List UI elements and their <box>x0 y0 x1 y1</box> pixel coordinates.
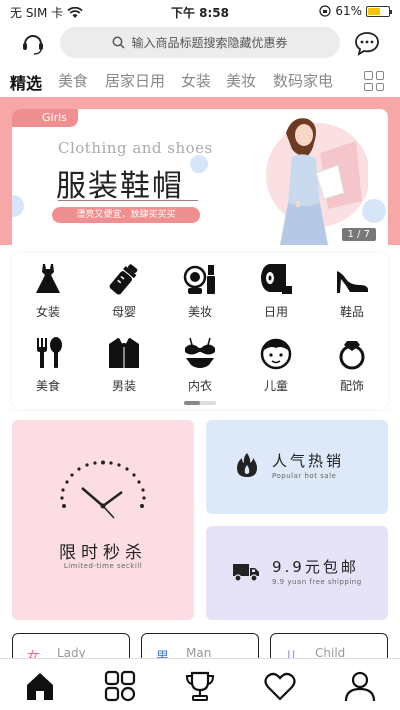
category-tabs: 精选 美食 居家日用 女装 美妆 数码家电 <box>0 66 400 96</box>
tab-home-daily[interactable]: 居家日用 <box>105 70 165 91</box>
decor-dot <box>190 155 208 173</box>
category-item-shoes[interactable]: 鞋品 <box>322 261 382 320</box>
category-item-food[interactable]: 美食 <box>18 335 78 394</box>
tab-electronics[interactable]: 数码家电 <box>273 70 333 91</box>
category-label: 鞋品 <box>339 305 364 319</box>
flash-sale-subtitle: Limited-time seckill <box>63 562 143 570</box>
fork-spoon-icon <box>37 337 62 368</box>
category-label: 日用 <box>263 305 288 319</box>
banner-slide[interactable]: Girls Clothing and shoes 服装鞋帽 漂亮又便宜，放肆买买… <box>12 109 388 245</box>
category-item-women[interactable]: 女装 <box>18 261 78 320</box>
flash-sale-title: 限时秒杀 <box>59 543 147 563</box>
home-icon[interactable] <box>23 669 57 703</box>
banner-carousel[interactable]: Girls Clothing and shoes 服装鞋帽 漂亮又便宜，放肆买买… <box>0 97 400 245</box>
suit-icon <box>109 338 139 368</box>
profile-icon[interactable] <box>343 669 377 703</box>
category-item-accessories[interactable]: 配饰 <box>322 335 382 394</box>
banner-page-indicator: 1 / 7 <box>341 228 376 241</box>
message-icon[interactable] <box>354 30 380 56</box>
banner-slogan: 漂亮又便宜，放肆买买买 <box>52 207 200 223</box>
dress-icon <box>36 264 60 293</box>
category-grid: 女装 母婴 美妆 日用 鞋品 美食 男装 内衣 儿童 配饰 <box>12 253 388 409</box>
decor-dot <box>12 195 24 217</box>
category-label: 男装 <box>111 379 136 393</box>
header: 输入商品标题搜索隐藏优惠券 <box>0 26 400 60</box>
hot-sale-card[interactable]: 人气热销 Popular hot sale <box>206 420 388 514</box>
category-item-daily[interactable]: 日用 <box>246 261 306 320</box>
grid-page-indicator <box>184 401 216 405</box>
category-label: 配饰 <box>339 379 364 393</box>
model-image <box>266 118 368 245</box>
category-label: 女装 <box>35 305 60 319</box>
child-face-icon <box>260 338 292 370</box>
orientation-lock-icon <box>319 5 331 17</box>
tab-womens-clothing[interactable]: 女装 <box>181 70 211 91</box>
banner-tag: Girls <box>12 109 78 127</box>
category-item-men[interactable]: 男装 <box>94 335 154 394</box>
category-label: 母婴 <box>111 305 136 319</box>
category-item-baby[interactable]: 母婴 <box>94 261 154 320</box>
high-heel-icon <box>337 271 368 293</box>
trophy-icon[interactable] <box>183 669 217 703</box>
category-item-kids[interactable]: 儿童 <box>246 335 306 394</box>
tab-food[interactable]: 美食 <box>58 70 88 91</box>
category-label: 儿童 <box>263 379 288 393</box>
banner-subtitle: Clothing and shoes <box>58 139 213 157</box>
search-input[interactable]: 输入商品标题搜索隐藏优惠券 <box>60 27 340 58</box>
banner-title: 服装鞋帽 <box>56 169 184 204</box>
free-shipping-title: 9.9元包邮 <box>272 558 359 576</box>
search-placeholder: 输入商品标题搜索隐藏优惠券 <box>131 36 288 50</box>
bottom-navigation <box>0 658 400 710</box>
baby-bottle-icon <box>109 264 138 295</box>
flash-sale-card[interactable]: 限时秒杀 Limited-time seckill <box>12 420 194 620</box>
free-shipping-card[interactable]: 9.9元包邮 9.9 yuan free shipping <box>206 526 388 620</box>
hot-sale-subtitle: Popular hot sale <box>272 472 337 480</box>
all-categories-grid-icon[interactable] <box>364 71 384 91</box>
truck-icon <box>233 564 259 582</box>
category-label: 美食 <box>35 379 60 393</box>
category-item-underwear[interactable]: 内衣 <box>170 335 230 394</box>
status-bar: 无 SIM 卡 下午 8:58 61% <box>0 0 400 22</box>
banner-divider <box>58 200 198 201</box>
category-item-beauty[interactable]: 美妆 <box>170 261 230 320</box>
category-label: 内衣 <box>187 379 212 393</box>
battery-icon <box>366 5 392 17</box>
search-icon <box>113 36 126 49</box>
cosmetics-icon <box>183 265 215 294</box>
heart-icon[interactable] <box>263 669 297 703</box>
free-shipping-subtitle: 9.9 yuan free shipping <box>272 578 362 586</box>
status-right: 61% <box>319 4 392 18</box>
tab-featured[interactable]: 精选 <box>10 70 42 94</box>
category-grid-icon[interactable] <box>103 669 137 703</box>
customer-service-icon[interactable] <box>20 30 46 56</box>
fire-icon <box>237 453 257 477</box>
tab-beauty[interactable]: 美妆 <box>226 70 256 91</box>
battery-percent: 61% <box>335 4 362 18</box>
lingerie-icon <box>185 337 215 368</box>
hot-sale-title: 人气热销 <box>272 452 345 470</box>
ring-icon <box>339 341 365 370</box>
tissue-roll-icon <box>261 264 292 294</box>
category-label: 美妆 <box>187 305 212 319</box>
clock-icon <box>60 460 146 519</box>
